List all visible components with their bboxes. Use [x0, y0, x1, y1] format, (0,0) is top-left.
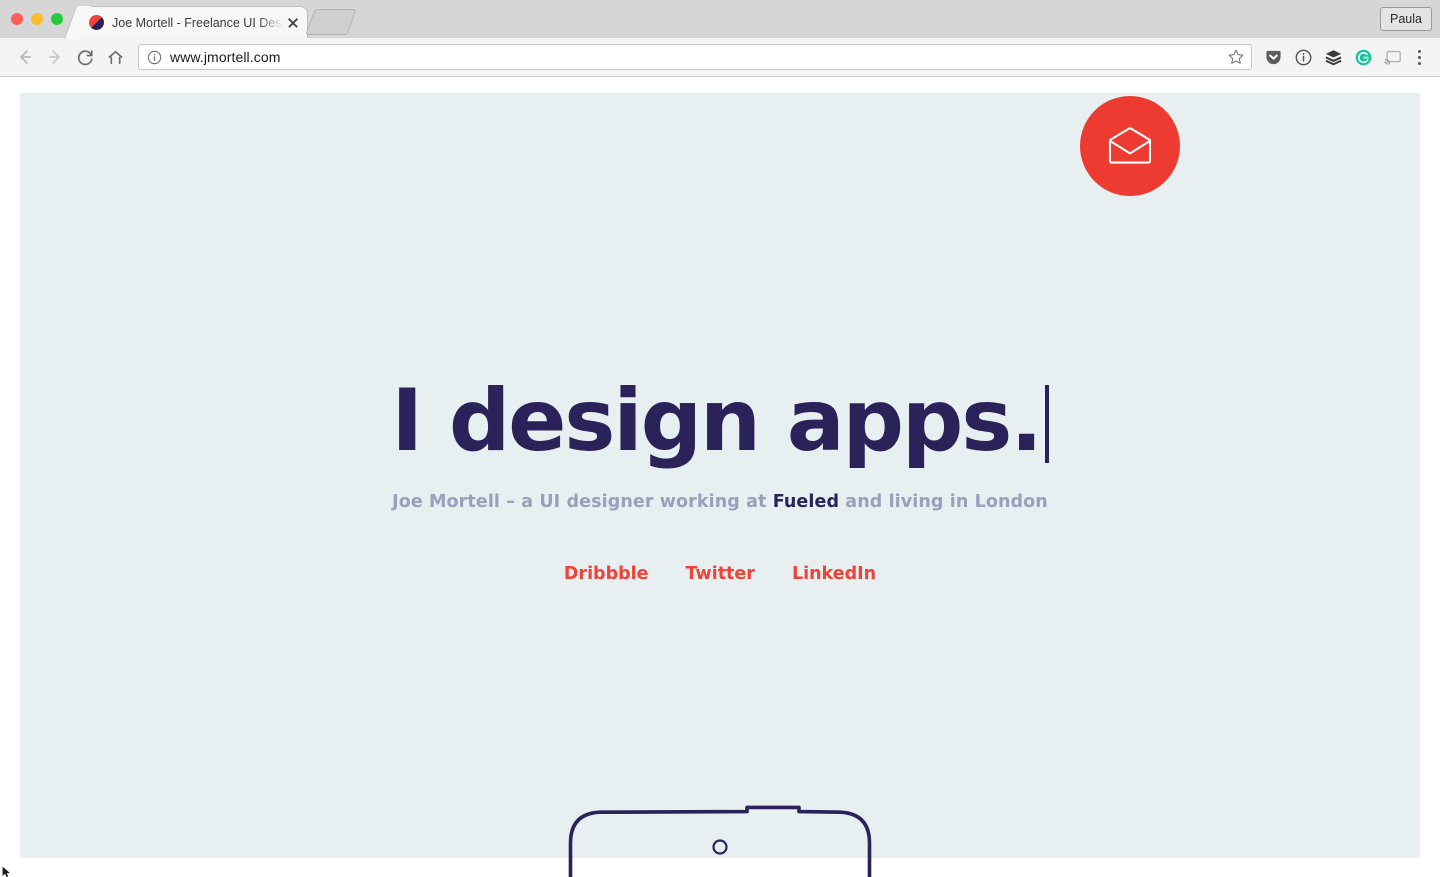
social-link-linkedin[interactable]: LinkedIn: [792, 564, 876, 584]
back-button[interactable]: [10, 42, 40, 72]
page-viewport: I design apps. Joe Mortell – a UI design…: [0, 78, 1440, 877]
browser-tab-active[interactable]: Joe Mortell - Freelance UI Desi: [78, 6, 308, 38]
subtitle-company-link[interactable]: Fueled: [773, 492, 839, 512]
address-bar[interactable]: www.jmortell.com: [138, 44, 1252, 70]
browser-window: Joe Mortell - Freelance UI Desi Paula ww…: [0, 0, 1440, 877]
maximize-window-button[interactable]: [51, 13, 63, 25]
profile-button[interactable]: Paula: [1380, 7, 1432, 31]
hero-section: I design apps. Joe Mortell – a UI design…: [20, 93, 1420, 584]
site-favicon: [89, 15, 104, 30]
extension-icons: [1260, 44, 1408, 70]
home-button[interactable]: [100, 42, 130, 72]
tab-title: Joe Mortell - Freelance UI Desi: [112, 15, 283, 30]
typing-caret: [1044, 385, 1049, 463]
url-text: www.jmortell.com: [170, 49, 281, 65]
pocket-icon[interactable]: [1260, 44, 1286, 70]
info-circle-extension-icon[interactable]: [1290, 44, 1316, 70]
page-title: I design apps.: [20, 378, 1420, 464]
tab-strip: Joe Mortell - Freelance UI Desi Paula: [0, 0, 1440, 38]
minimize-window-button[interactable]: [31, 13, 43, 25]
bookmark-star-icon[interactable]: [1227, 48, 1245, 66]
arrow-left-icon: [20, 50, 31, 64]
email-envelope-button[interactable]: [1080, 96, 1180, 196]
buffer-layers-icon[interactable]: [1320, 44, 1346, 70]
social-link-dribbble[interactable]: Dribbble: [564, 564, 649, 584]
social-links: Dribbble Twitter LinkedIn: [20, 564, 1420, 584]
subtitle-after: and living in London: [839, 492, 1048, 512]
cast-icon[interactable]: [1380, 44, 1406, 70]
forward-button[interactable]: [40, 42, 70, 72]
close-icon[interactable]: [285, 15, 301, 31]
hero-subtitle: Joe Mortell – a UI designer working at F…: [20, 492, 1420, 512]
chrome-menu-button[interactable]: [1408, 44, 1430, 70]
window-traffic-lights: [11, 13, 63, 25]
phone-outline-illustration: [567, 803, 873, 877]
info-circle-icon[interactable]: [147, 50, 162, 65]
close-window-button[interactable]: [11, 13, 23, 25]
subtitle-before: Joe Mortell – a UI designer working at: [392, 492, 773, 512]
arrow-right-icon: [49, 50, 60, 64]
grammarly-icon[interactable]: [1350, 44, 1376, 70]
new-tab-button[interactable]: [305, 9, 357, 35]
headline-text: I design apps.: [391, 371, 1043, 471]
browser-toolbar: www.jmortell.com: [0, 38, 1440, 77]
reload-button[interactable]: [70, 42, 100, 72]
website-content: I design apps. Joe Mortell – a UI design…: [20, 93, 1420, 877]
social-link-twitter[interactable]: Twitter: [686, 564, 755, 584]
mouse-cursor: [2, 865, 11, 877]
home-icon: [108, 50, 122, 64]
envelope-icon: [1108, 126, 1152, 164]
reload-icon: [77, 49, 93, 65]
